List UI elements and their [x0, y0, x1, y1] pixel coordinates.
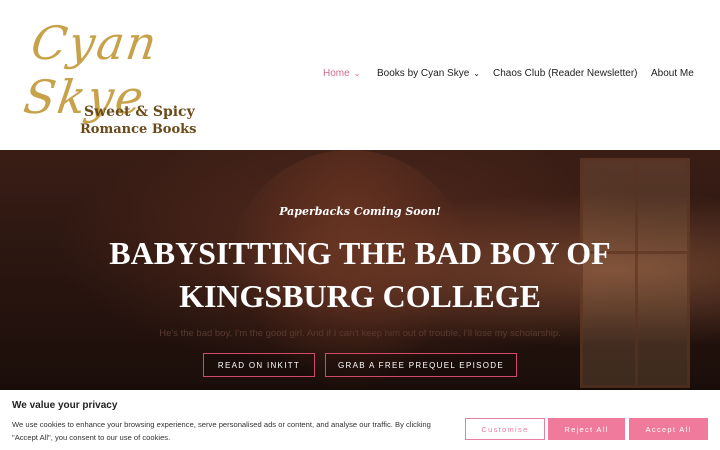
nav-item-books[interactable]: Books by Cyan Skye ⌄: [377, 68, 480, 79]
logo-subtitle-line1: Sweet & Spicy: [84, 104, 195, 120]
nav-item-home[interactable]: Home ⌄: [323, 68, 360, 79]
nav-item-label: Home: [323, 68, 350, 79]
hero-blurb: He's the bad boy, I'm the good girl. And…: [159, 328, 561, 339]
hero-banner: Paperbacks Coming Soon! BABYSITTING THE …: [0, 150, 720, 390]
cookie-banner: We value your privacy We use cookies to …: [0, 390, 720, 450]
cookie-title: We value your privacy: [12, 400, 118, 411]
nav-item-label: Chaos Club (Reader Newsletter): [493, 68, 638, 79]
cookie-text: We use cookies to enhance your browsing …: [12, 420, 431, 442]
main-nav: Home ⌄ Books by Cyan Skye ⌄ Chaos Club (…: [0, 68, 720, 84]
reject-all-button[interactable]: Reject All: [548, 418, 625, 440]
site-header: Cyan Skye Sweet & Spicy Romance Books Ho…: [0, 0, 720, 150]
nav-item-label: Books by Cyan Skye: [377, 68, 470, 79]
nav-item-chaos-club[interactable]: Chaos Club (Reader Newsletter): [493, 68, 638, 79]
nav-item-about[interactable]: About Me: [651, 68, 694, 79]
free-prequel-button[interactable]: GRAB A FREE PREQUEL EPISODE: [325, 353, 517, 377]
customise-button[interactable]: Customise: [465, 418, 545, 440]
chevron-down-icon: ⌄: [473, 69, 480, 78]
hero-tagline: Paperbacks Coming Soon!: [279, 205, 441, 218]
logo-subtitle-line2: Romance Books: [80, 122, 197, 137]
hero-title: BABYSITTING THE BAD BOY OF KINGSBURG COL…: [0, 232, 720, 318]
hero-title-line1: BABYSITTING THE BAD BOY OF: [109, 235, 611, 271]
nav-item-label: About Me: [651, 68, 694, 79]
hero-title-line2: KINGSBURG COLLEGE: [179, 278, 541, 314]
read-on-inkitt-button[interactable]: READ ON INKITT: [203, 353, 315, 377]
chevron-down-icon: ⌄: [353, 69, 361, 78]
accept-all-button[interactable]: Accept All: [629, 418, 708, 440]
